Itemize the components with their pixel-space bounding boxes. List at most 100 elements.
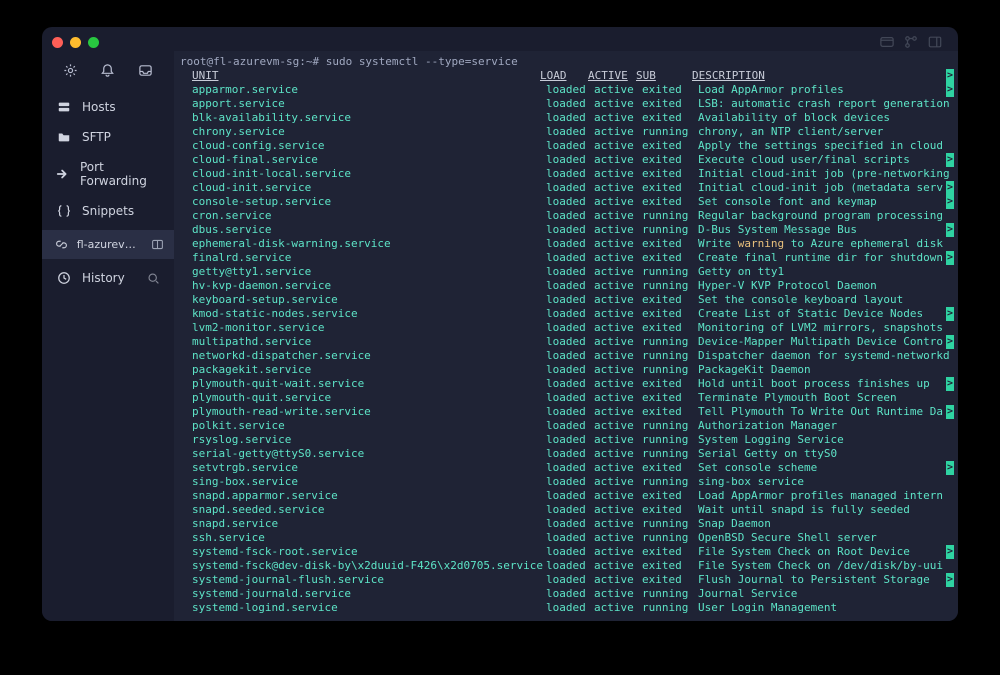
table-row: polkit.serviceloadedactiverunningAuthori…	[174, 419, 958, 433]
cell-unit: chrony.service	[192, 125, 546, 139]
cell-active: active	[594, 167, 642, 181]
cell-load: loaded	[546, 125, 594, 139]
branch-icon[interactable]	[904, 35, 918, 49]
cell-desc: Create final runtime dir for shutdown	[698, 251, 958, 265]
cell-active: active	[594, 307, 642, 321]
cell-sub: running	[642, 601, 698, 615]
cell-sub: exited	[642, 195, 698, 209]
cell-sub: exited	[642, 503, 698, 517]
cell-desc: Set console scheme	[698, 461, 958, 475]
col-load: LOAD	[540, 69, 588, 83]
inbox-icon[interactable]	[138, 63, 153, 78]
cell-desc: Getty on tty1	[698, 265, 958, 279]
shell-command: sudo systemctl --type=service	[319, 55, 518, 68]
sidebar-item-sftp[interactable]: SFTP	[42, 122, 174, 152]
cell-desc: LSB: automatic crash report generation	[698, 97, 958, 111]
cell-unit: plymouth-quit.service	[192, 391, 546, 405]
minimize-icon[interactable]	[70, 37, 81, 48]
table-row: packagekit.serviceloadedactiverunningPac…	[174, 363, 958, 377]
cell-unit: apparmor.service	[192, 83, 546, 97]
cell-sub: running	[642, 531, 698, 545]
cell-sub: exited	[642, 139, 698, 153]
cell-desc: Monitoring of LVM2 mirrors, snapshots	[698, 321, 958, 335]
clock-icon	[56, 271, 72, 285]
cell-sub: exited	[642, 461, 698, 475]
sidebar-item-history[interactable]: History	[42, 263, 174, 293]
cell-sub: running	[642, 433, 698, 447]
col-desc: DESCRIPTION	[692, 69, 765, 83]
table-row: snapd.apparmor.serviceloadedactiveexited…	[174, 489, 958, 503]
cell-sub: exited	[642, 181, 698, 195]
cell-unit: cron.service	[192, 209, 546, 223]
sidebar-item-hosts[interactable]: Hosts	[42, 92, 174, 122]
sidebar-item-snippets[interactable]: Snippets	[42, 196, 174, 226]
cell-active: active	[594, 363, 642, 377]
cell-load: loaded	[546, 139, 594, 153]
gear-icon[interactable]	[63, 63, 78, 78]
sidebar-item-port-forwarding[interactable]: Port Forwarding	[42, 152, 174, 196]
folder-icon	[56, 130, 72, 144]
table-row: plymouth-quit.serviceloadedactiveexitedT…	[174, 391, 958, 405]
cell-desc: File System Check on Root Device	[698, 545, 958, 559]
cell-active: active	[594, 377, 642, 391]
table-row: ssh.serviceloadedactiverunningOpenBSD Se…	[174, 531, 958, 545]
cell-unit: rsyslog.service	[192, 433, 546, 447]
cell-unit: systemd-fsck-root.service	[192, 545, 546, 559]
highlight-word: warning	[738, 237, 784, 250]
cell-desc: Regular background program processing	[698, 209, 958, 223]
sidebar-top-icons	[42, 63, 174, 92]
truncation-indicator: >	[946, 377, 954, 391]
tabs-icon[interactable]	[880, 35, 894, 49]
sidebar-session-active[interactable]: fl-azurevm…	[42, 230, 174, 259]
terminal-pane[interactable]: root@fl-azurevm-sg:~# sudo systemctl --t…	[174, 51, 958, 621]
bell-icon[interactable]	[100, 63, 115, 78]
cell-active: active	[594, 335, 642, 349]
titlebar-actions	[880, 35, 948, 49]
table-row: sing-box.serviceloadedactiverunningsing-…	[174, 475, 958, 489]
cell-desc: Set console font and keymap	[698, 195, 958, 209]
cell-unit: kmod-static-nodes.service	[192, 307, 546, 321]
search-icon[interactable]	[147, 272, 160, 285]
service-list: apparmor.serviceloadedactiveexitedLoad A…	[174, 83, 958, 615]
cell-load: loaded	[546, 251, 594, 265]
cell-unit: plymouth-read-write.service	[192, 405, 546, 419]
table-row: cloud-config.serviceloadedactiveexitedAp…	[174, 139, 958, 153]
cell-sub: running	[642, 209, 698, 223]
cell-desc: Hold until boot process finishes up	[698, 377, 958, 391]
table-row: cloud-final.serviceloadedactiveexitedExe…	[174, 153, 958, 167]
cell-unit: systemd-logind.service	[192, 601, 546, 615]
cell-desc: Set the console keyboard layout	[698, 293, 958, 307]
cell-load: loaded	[546, 545, 594, 559]
zoom-icon[interactable]	[88, 37, 99, 48]
truncation-indicator: >	[946, 153, 954, 167]
table-row: kmod-static-nodes.serviceloadedactiveexi…	[174, 307, 958, 321]
cell-desc: Availability of block devices	[698, 111, 958, 125]
cell-unit: blk-availability.service	[192, 111, 546, 125]
cell-load: loaded	[546, 181, 594, 195]
panel-icon[interactable]	[928, 35, 942, 49]
cell-desc: PackageKit Daemon	[698, 363, 958, 377]
cell-active: active	[594, 111, 642, 125]
cell-sub: exited	[642, 251, 698, 265]
cell-load: loaded	[546, 405, 594, 419]
cell-desc: sing-box service	[698, 475, 958, 489]
cell-sub: exited	[642, 391, 698, 405]
cell-load: loaded	[546, 377, 594, 391]
cell-active: active	[594, 391, 642, 405]
close-icon[interactable]	[52, 37, 63, 48]
body: Hosts SFTP Port Forwarding Snippets fl-a…	[42, 51, 958, 621]
cell-load: loaded	[546, 83, 594, 97]
cell-desc: System Logging Service	[698, 433, 958, 447]
cell-unit: setvtrgb.service	[192, 461, 546, 475]
cell-desc: Hyper-V KVP Protocol Daemon	[698, 279, 958, 293]
table-row: multipathd.serviceloadedactiverunningDev…	[174, 335, 958, 349]
split-icon[interactable]	[151, 238, 164, 251]
cell-unit: cloud-init-local.service	[192, 167, 546, 181]
cell-active: active	[594, 251, 642, 265]
truncation-indicator: >	[946, 83, 954, 97]
cell-unit: finalrd.service	[192, 251, 546, 265]
cell-load: loaded	[546, 265, 594, 279]
cell-sub: running	[642, 447, 698, 461]
truncation-indicator: >	[946, 545, 954, 559]
cell-sub: exited	[642, 111, 698, 125]
